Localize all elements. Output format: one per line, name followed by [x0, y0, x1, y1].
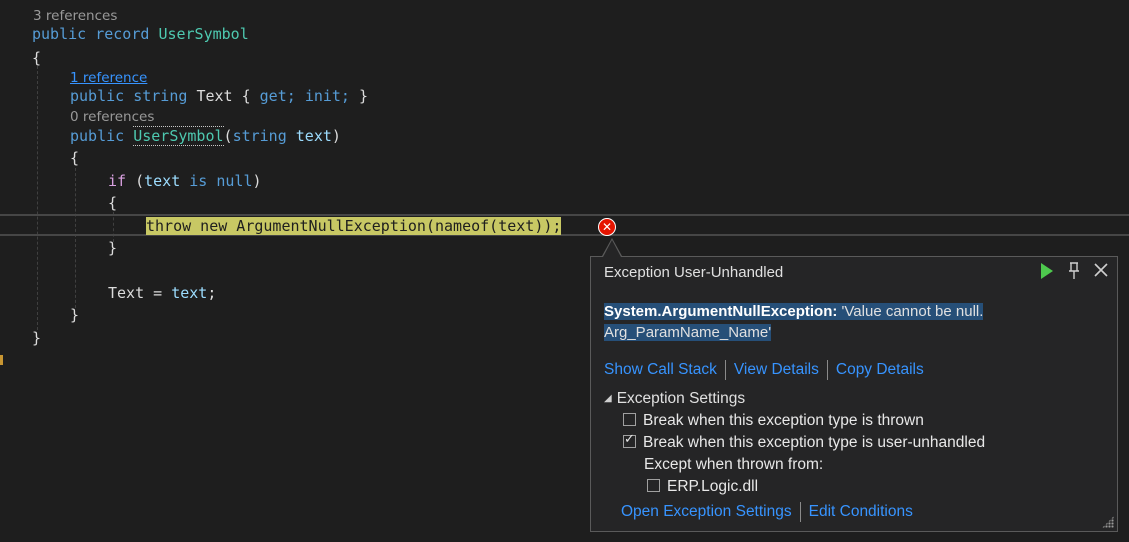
break-when-thrown-option[interactable]: Break when this exception type is thrown	[623, 411, 924, 431]
popup-bottom-links: Open Exception Settings Edit Conditions	[621, 501, 913, 523]
erp-logic-checkbox[interactable]	[647, 479, 660, 492]
error-icon[interactable]: ✕	[598, 218, 616, 236]
close-icon[interactable]	[1091, 262, 1111, 282]
keyword: null	[216, 172, 253, 190]
code-line-brace[interactable]: {	[108, 192, 117, 214]
code-line-assign[interactable]: Text = text;	[108, 282, 216, 304]
margin-marker	[0, 355, 3, 365]
popup-pointer	[603, 240, 621, 257]
codelens-references[interactable]: 0 references	[70, 108, 154, 126]
keyword: string	[133, 87, 188, 105]
link-separator	[799, 501, 801, 522]
keyword: public	[32, 25, 87, 43]
exception-helper-popup: Exception User-Unhandled System.Argument…	[590, 256, 1118, 532]
indent-guide	[37, 66, 38, 330]
code-line-brace[interactable]: {	[32, 47, 41, 69]
exception-settings-label: Exception Settings	[616, 390, 746, 408]
exception-type: System.ArgumentNullException:	[604, 303, 838, 320]
code-line-brace[interactable]: }	[32, 327, 41, 349]
popup-action-links: Show Call Stack View Details Copy Details	[604, 359, 924, 381]
code-line-constructor[interactable]: public UserSymbol(string text)	[70, 125, 341, 147]
exception-message-line1: 'Value cannot be null.	[841, 303, 984, 320]
play-icon[interactable]	[1037, 262, 1057, 282]
code-line-brace[interactable]: {	[70, 147, 79, 169]
keyword: string	[232, 127, 287, 145]
punctuation: {	[241, 87, 251, 105]
resize-grip-icon[interactable]	[1102, 516, 1114, 528]
view-details-link[interactable]: View Details	[734, 361, 819, 378]
keyword: is	[189, 172, 208, 190]
punctuation: }	[359, 87, 369, 105]
exception-message-line2: Arg_ParamName_Name'	[604, 324, 772, 341]
constructor-name[interactable]: UserSymbol	[133, 126, 224, 146]
punctuation: )	[331, 127, 341, 145]
erp-logic-label: ERP.Logic.dll	[667, 478, 759, 495]
pin-icon[interactable]	[1064, 262, 1084, 282]
keyword: public	[70, 127, 125, 145]
expand-triangle-icon: ◢	[604, 393, 612, 404]
break-when-thrown-checkbox[interactable]	[623, 413, 636, 426]
parameter: text	[144, 172, 181, 190]
code-line-brace[interactable]: }	[108, 237, 117, 259]
keyword: get;	[259, 87, 296, 105]
erp-logic-option[interactable]: ERP.Logic.dll	[647, 477, 758, 497]
copy-details-link[interactable]: Copy Details	[836, 361, 924, 378]
punctuation: (	[135, 172, 145, 190]
parameter: text	[295, 127, 332, 145]
code-line-if[interactable]: if (text is null)	[108, 170, 262, 192]
keyword: public	[70, 87, 125, 105]
punctuation: )	[252, 172, 262, 190]
punctuation: (	[223, 127, 233, 145]
code-line-record-decl[interactable]: public record UserSymbol	[32, 23, 249, 45]
keyword: if	[108, 172, 127, 190]
identifier: Text	[108, 284, 145, 302]
break-when-thrown-label: Break when this exception type is thrown	[643, 412, 924, 429]
code-line-throw[interactable]: throw new ArgumentNullException(nameof(t…	[146, 215, 562, 237]
link-separator	[826, 359, 828, 380]
exception-settings-expander[interactable]: ◢ Exception Settings	[604, 389, 745, 409]
break-when-unhandled-label: Break when this exception type is user-u…	[643, 434, 986, 451]
break-when-unhandled-option[interactable]: ✓ Break when this exception type is user-…	[623, 431, 986, 453]
edit-conditions-link[interactable]: Edit Conditions	[809, 503, 913, 520]
code-line-brace[interactable]: }	[70, 304, 79, 326]
current-statement-highlight: throw new ArgumentNullException(nameof(t…	[146, 217, 562, 235]
type-name: UserSymbol	[158, 25, 249, 43]
indent-guide	[75, 168, 76, 308]
keyword: init;	[304, 87, 350, 105]
except-when-label: Except when thrown from:	[644, 456, 824, 473]
exception-message[interactable]: System.ArgumentNullException: 'Value can…	[604, 301, 1024, 343]
break-when-unhandled-checkbox[interactable]: ✓	[623, 431, 636, 448]
operator: =	[153, 284, 163, 302]
open-exception-settings-link[interactable]: Open Exception Settings	[621, 503, 792, 520]
identifier: Text	[196, 87, 233, 105]
parameter: text	[171, 284, 208, 302]
show-call-stack-link[interactable]: Show Call Stack	[604, 361, 717, 378]
code-line-text-property[interactable]: public string Text { get; init; }	[70, 85, 368, 107]
popup-title: Exception User-Unhandled	[604, 264, 784, 281]
checkmark-icon: ✓	[624, 431, 635, 446]
punctuation: ;	[207, 284, 217, 302]
link-separator	[724, 359, 726, 380]
keyword: record	[95, 25, 150, 43]
